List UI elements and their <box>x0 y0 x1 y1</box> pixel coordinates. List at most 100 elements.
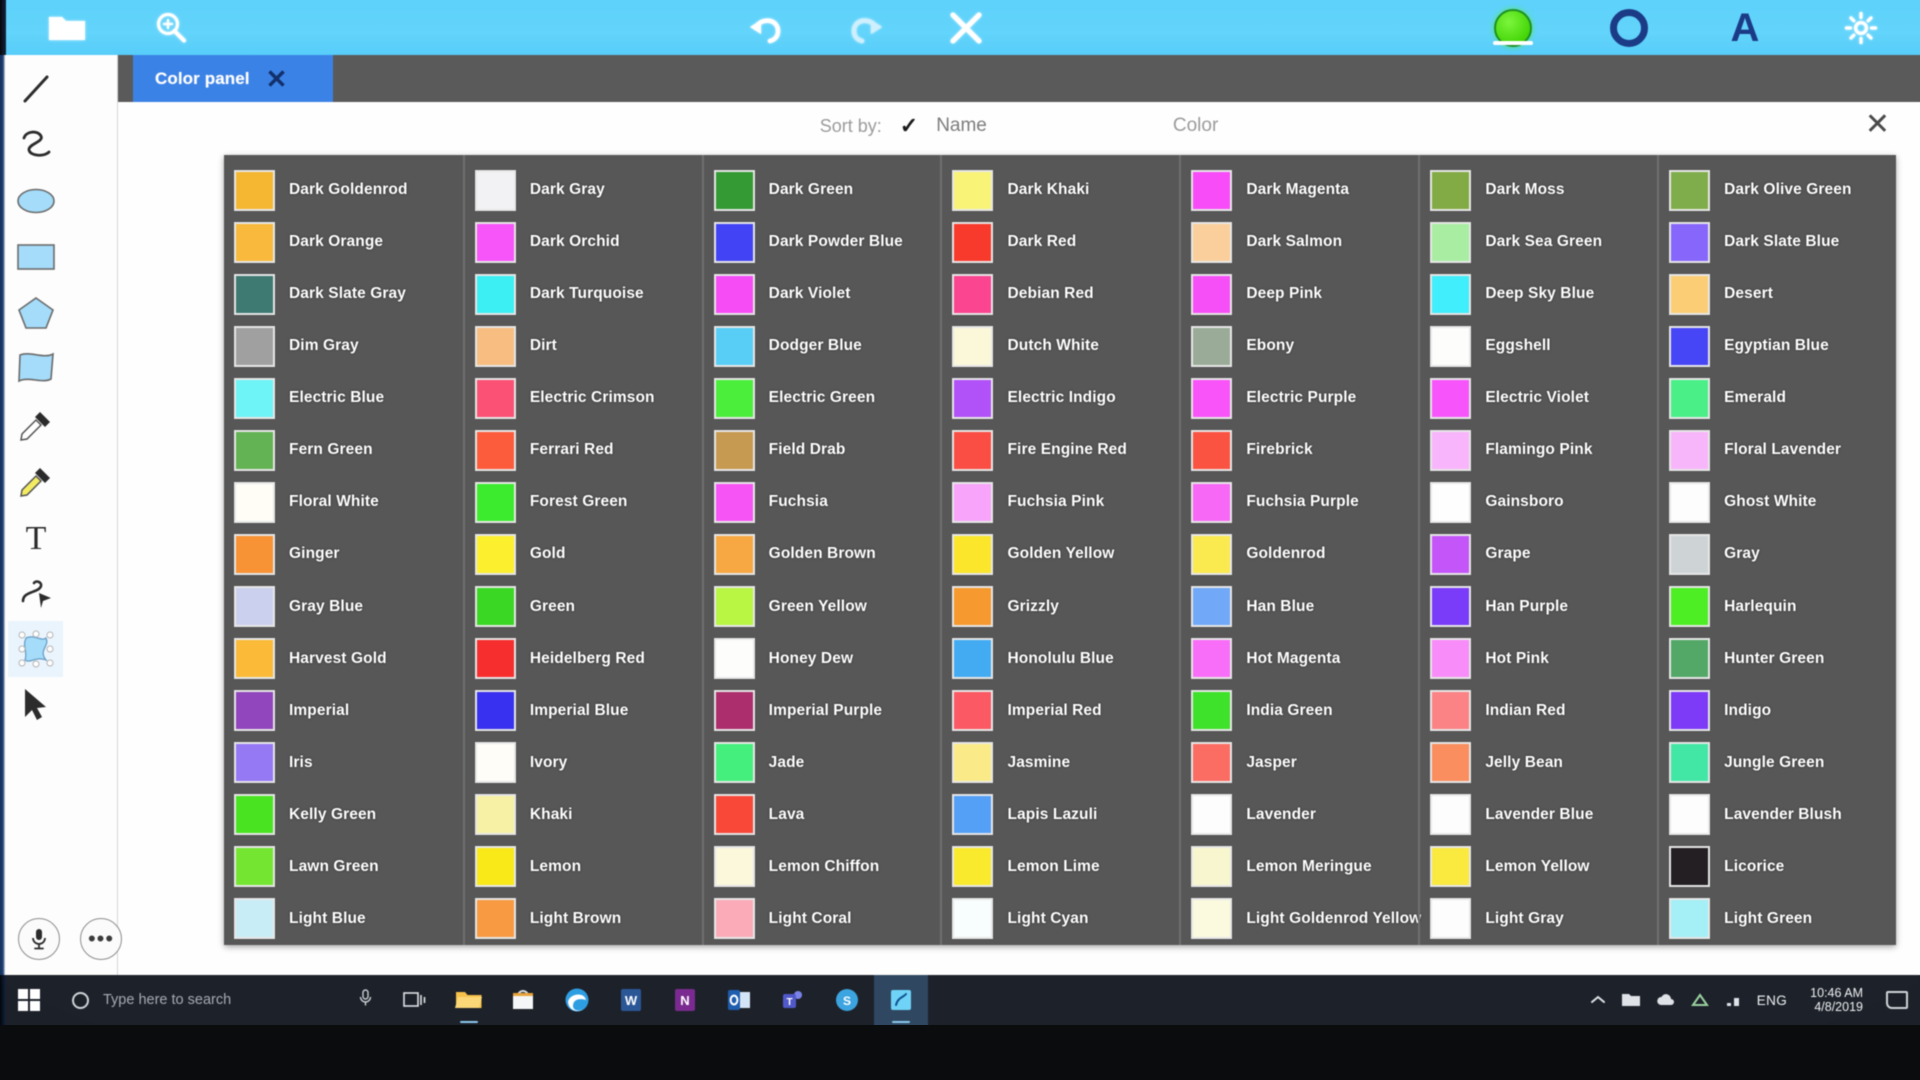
color-swatch[interactable] <box>474 690 516 732</box>
color-swatch[interactable] <box>474 586 516 628</box>
undo-icon[interactable] <box>735 5 797 51</box>
color-swatch-item[interactable]: Ferrari Red <box>465 424 702 476</box>
color-swatch[interactable] <box>1191 794 1233 836</box>
color-swatch-item[interactable]: Floral White <box>224 476 463 528</box>
color-swatch[interactable] <box>1669 273 1711 315</box>
color-swatch[interactable] <box>1191 325 1233 367</box>
color-swatch[interactable] <box>1669 481 1711 523</box>
color-swatch-item[interactable]: Grape <box>1420 528 1657 580</box>
color-swatch[interactable] <box>1669 586 1711 628</box>
color-swatch-item[interactable]: Fire Engine Red <box>942 424 1179 476</box>
color-swatch[interactable] <box>1191 169 1233 211</box>
eyedropper-tool[interactable] <box>8 397 63 453</box>
color-swatch[interactable] <box>713 169 755 211</box>
store-button[interactable] <box>496 975 550 1025</box>
color-swatch[interactable] <box>952 429 994 471</box>
color-swatch-item[interactable]: Han Blue <box>1181 581 1418 633</box>
star-banner-tool[interactable] <box>8 341 63 397</box>
color-swatch-item[interactable]: Fern Green <box>224 424 463 476</box>
color-swatch-item[interactable]: Dim Gray <box>224 320 463 372</box>
word-button[interactable]: W <box>604 975 658 1025</box>
close-icon[interactable] <box>935 5 997 51</box>
color-swatch-item[interactable]: Golden Yellow <box>942 528 1179 580</box>
color-swatch[interactable] <box>713 742 755 784</box>
select-tool[interactable] <box>8 677 63 733</box>
color-swatch[interactable] <box>1430 221 1472 263</box>
color-swatch-item[interactable]: Ginger <box>224 528 463 580</box>
sort-option-name[interactable]: Name <box>936 115 987 137</box>
color-swatch[interactable] <box>1430 481 1472 523</box>
freehand-tool[interactable] <box>8 117 63 173</box>
color-swatch[interactable] <box>952 586 994 628</box>
color-swatch-item[interactable]: Egyptian Blue <box>1659 320 1896 372</box>
color-swatch-item[interactable]: Lavender Blue <box>1420 789 1657 841</box>
color-swatch-item[interactable]: Fuchsia <box>704 476 941 528</box>
color-swatch[interactable] <box>952 690 994 732</box>
color-swatch[interactable] <box>952 273 994 315</box>
color-swatch-item[interactable]: Emerald <box>1659 372 1896 424</box>
color-swatch-item[interactable]: Harlequin <box>1659 581 1896 633</box>
color-swatch-item[interactable]: Dark Olive Green <box>1659 164 1896 216</box>
color-swatch[interactable] <box>474 325 516 367</box>
color-swatch-item[interactable]: Dark Khaki <box>942 164 1179 216</box>
color-swatch-item[interactable]: Dark Violet <box>704 268 941 320</box>
color-swatch[interactable] <box>1430 898 1472 940</box>
stroke-color-icon[interactable] <box>1598 5 1660 51</box>
more-options-button[interactable]: ••• <box>80 918 122 960</box>
microphone-button[interactable] <box>18 918 60 960</box>
color-swatch[interactable] <box>1191 742 1233 784</box>
color-swatch[interactable] <box>1669 690 1711 732</box>
color-swatch[interactable] <box>1430 533 1472 575</box>
tab-color-panel[interactable]: Color panel ✕ <box>133 55 333 102</box>
color-swatch[interactable] <box>1669 325 1711 367</box>
color-swatch[interactable] <box>1191 586 1233 628</box>
color-swatch-item[interactable]: Light Coral <box>704 893 941 945</box>
skype-button[interactable]: S <box>820 975 874 1025</box>
color-swatch-item[interactable]: Desert <box>1659 268 1896 320</box>
tray-folder-icon[interactable] <box>1621 992 1641 1008</box>
color-swatch-item[interactable]: Indian Red <box>1420 685 1657 737</box>
color-swatch[interactable] <box>952 846 994 888</box>
color-swatch[interactable] <box>1430 586 1472 628</box>
color-swatch-item[interactable]: Dark Orange <box>224 216 463 268</box>
color-swatch-item[interactable]: Licorice <box>1659 841 1896 893</box>
color-swatch[interactable] <box>1191 846 1233 888</box>
color-swatch[interactable] <box>234 638 275 680</box>
color-swatch[interactable] <box>1669 846 1711 888</box>
color-swatch-item[interactable]: Honolulu Blue <box>942 633 1179 685</box>
color-swatch-item[interactable]: Dark Slate Gray <box>224 268 463 320</box>
color-swatch-item[interactable]: Jungle Green <box>1659 737 1896 789</box>
color-swatch-item[interactable]: Firebrick <box>1181 424 1418 476</box>
color-swatch[interactable] <box>713 221 755 263</box>
transform-tool[interactable] <box>8 621 63 677</box>
color-swatch[interactable] <box>1669 221 1711 263</box>
color-swatch[interactable] <box>474 429 516 471</box>
color-swatch-item[interactable]: Lemon Chiffon <box>704 841 941 893</box>
color-swatch[interactable] <box>234 586 275 628</box>
color-swatch-item[interactable]: Han Purple <box>1420 581 1657 633</box>
color-swatch[interactable] <box>952 533 994 575</box>
color-swatch[interactable] <box>1430 169 1472 211</box>
color-swatch[interactable] <box>1430 273 1472 315</box>
color-swatch-item[interactable]: Dark Salmon <box>1181 216 1418 268</box>
tab-close-icon[interactable]: ✕ <box>266 66 288 92</box>
color-swatch-item[interactable]: Dark Goldenrod <box>224 164 463 216</box>
color-swatch-item[interactable]: Golden Brown <box>704 528 941 580</box>
color-swatch[interactable] <box>234 429 275 471</box>
action-center-icon[interactable] <box>1886 991 1908 1009</box>
color-swatch-item[interactable]: Light Blue <box>224 893 463 945</box>
color-swatch[interactable] <box>1669 742 1711 784</box>
color-swatch-item[interactable]: Hunter Green <box>1659 633 1896 685</box>
color-swatch[interactable] <box>713 586 755 628</box>
color-swatch-item[interactable]: Lavender <box>1181 789 1418 841</box>
color-swatch[interactable] <box>1191 377 1233 419</box>
color-swatch-item[interactable]: Debian Red <box>942 268 1179 320</box>
color-swatch[interactable] <box>474 742 516 784</box>
outlook-button[interactable] <box>712 975 766 1025</box>
color-swatch[interactable] <box>713 481 755 523</box>
color-swatch[interactable] <box>952 481 994 523</box>
start-button[interactable] <box>0 975 58 1025</box>
color-swatch[interactable] <box>1191 533 1233 575</box>
color-swatch[interactable] <box>234 846 275 888</box>
text-tool[interactable]: T <box>8 509 63 565</box>
